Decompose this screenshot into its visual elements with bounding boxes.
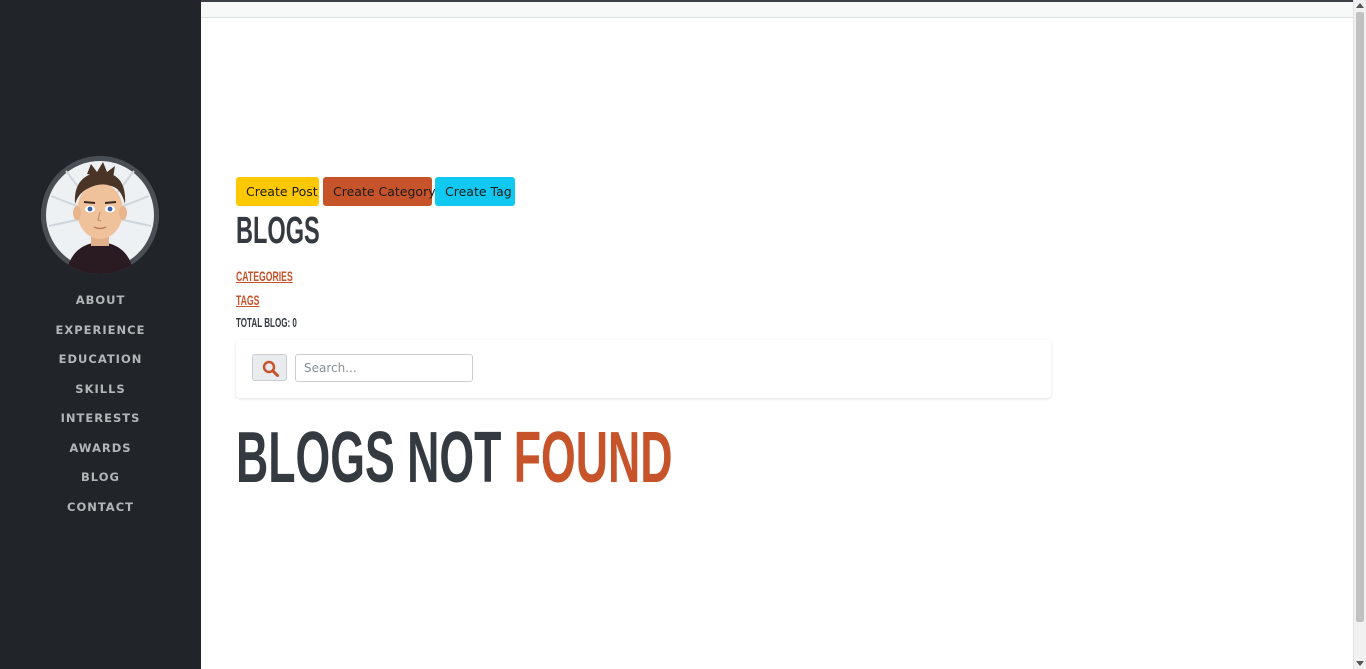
search-input[interactable]: [295, 354, 473, 382]
empty-state-heading: BLOGS NOT FOUND: [236, 418, 672, 498]
search-icon: [262, 360, 279, 377]
sidebar: ABOUT EXPERIENCE EDUCATION SKILLS INTERE…: [0, 0, 201, 669]
avatar: [41, 156, 159, 274]
search-button[interactable]: [252, 354, 287, 381]
page-title: BLOGS: [236, 210, 320, 252]
nav-item-awards[interactable]: AWARDS: [0, 434, 201, 464]
total-blog-count: TOTAL BLOG: 0: [236, 315, 297, 330]
tags-link[interactable]: TAGS: [236, 292, 259, 308]
create-category-button[interactable]: Create Category: [323, 177, 436, 206]
create-tag-button[interactable]: Create Tag: [435, 177, 515, 206]
sidebar-nav: ABOUT EXPERIENCE EDUCATION SKILLS INTERE…: [0, 286, 201, 522]
scroll-down-arrow-icon[interactable]: [1356, 661, 1364, 666]
nav-item-contact[interactable]: CONTACT: [0, 493, 201, 523]
nav-item-blog[interactable]: BLOG: [0, 463, 201, 493]
scrollbar-thumb[interactable]: [1356, 12, 1364, 622]
browser-top-strip: [201, 0, 1353, 18]
scroll-up-arrow-icon[interactable]: [1356, 3, 1364, 8]
avatar-illustration: [41, 156, 159, 274]
empty-state-text-part2: FOUND: [513, 418, 673, 498]
empty-state-text-part1: BLOGS NOT: [236, 418, 502, 498]
nav-item-education[interactable]: EDUCATION: [0, 345, 201, 375]
nav-item-about[interactable]: ABOUT: [0, 286, 201, 316]
nav-item-experience[interactable]: EXPERIENCE: [0, 316, 201, 346]
categories-link[interactable]: CATEGORIES: [236, 268, 293, 284]
nav-item-interests[interactable]: INTERESTS: [0, 404, 201, 434]
scrollbar[interactable]: [1353, 0, 1366, 669]
create-post-button[interactable]: Create Post: [236, 177, 319, 206]
nav-item-skills[interactable]: SKILLS: [0, 375, 201, 405]
